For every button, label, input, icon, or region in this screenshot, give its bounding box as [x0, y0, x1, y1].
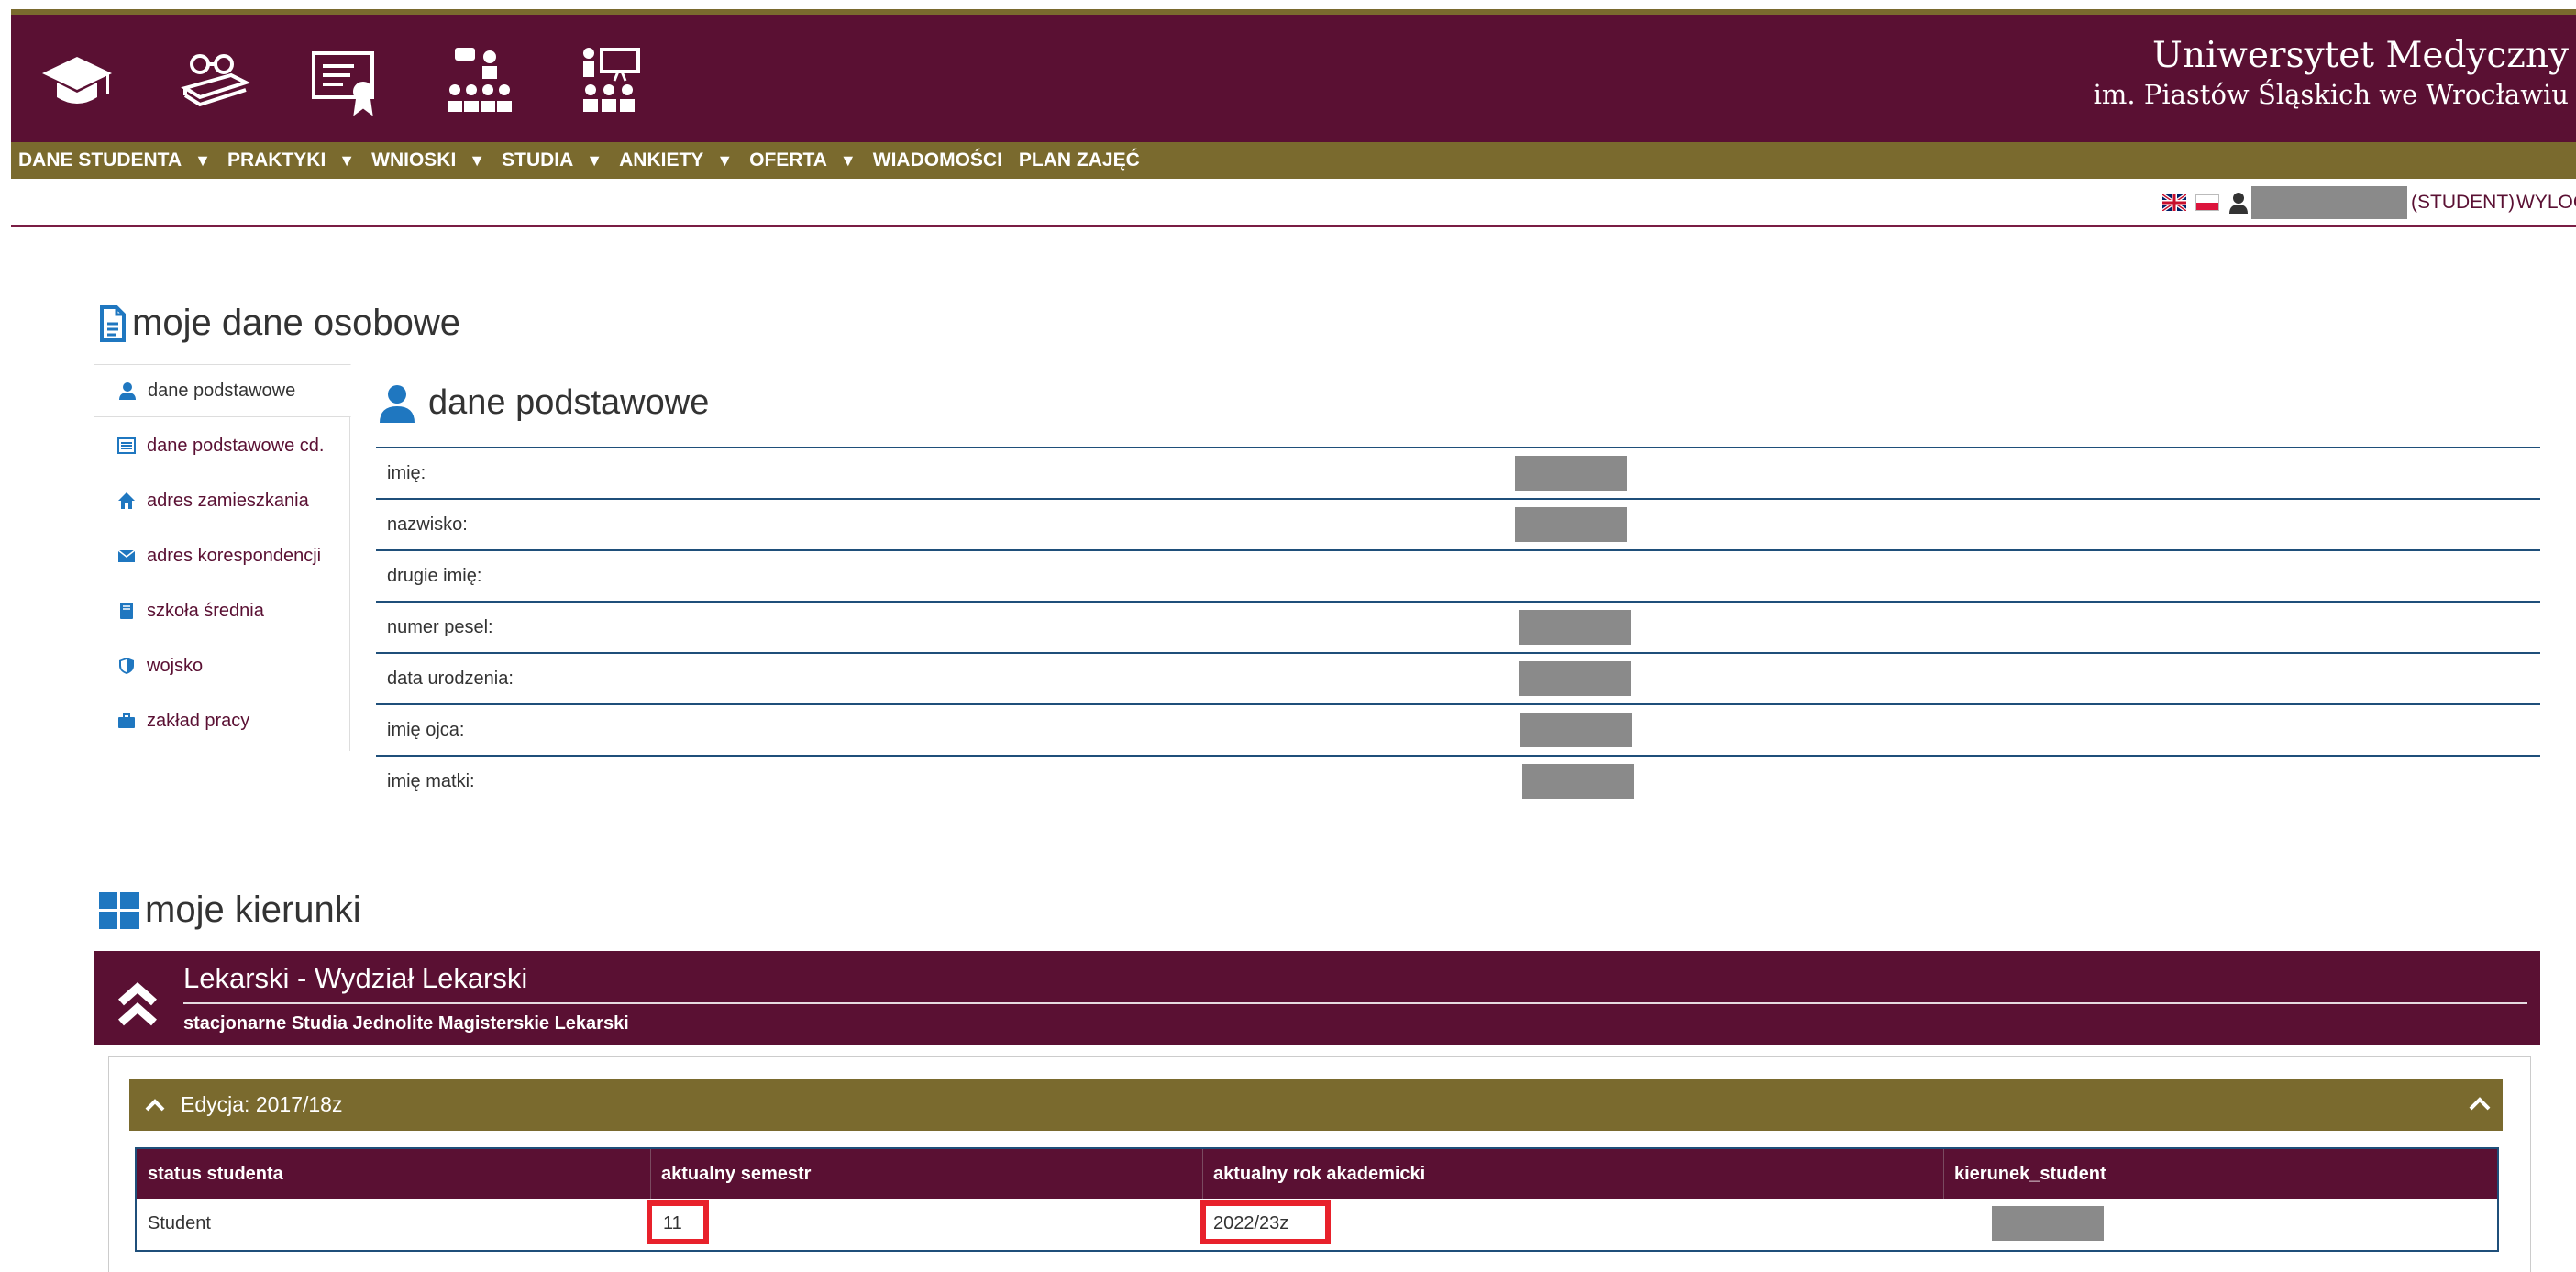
field-label: data urodzenia:: [387, 669, 514, 689]
kierunek-name: Lekarski - Wydział Lekarski: [183, 962, 528, 994]
chevron-up-icon: [145, 1099, 165, 1112]
menu-item-wojsko[interactable]: wojsko: [94, 639, 350, 692]
table-row: Student 11 2022/23z: [137, 1199, 2497, 1250]
column-header: kierunek_student: [1954, 1164, 2106, 1184]
envelope-icon: [117, 549, 136, 562]
shield-icon: [119, 658, 134, 674]
field-row-imie-matki: imię matki:: [376, 755, 2540, 806]
field-row-drugie-imie: drugie imię:: [376, 549, 2540, 601]
kierunek-body: Edycja: 2017/18z status studenta aktualn…: [108, 1056, 2531, 1272]
university-name: Uniwersytet Medyczny: [2152, 35, 2569, 76]
briefcase-icon: [118, 713, 135, 728]
field-row-pesel: numer pesel:: [376, 601, 2540, 652]
nav-dane-studenta[interactable]: DANE STUDENTA ▼: [18, 149, 211, 171]
kierunek-divider: [183, 1002, 2527, 1004]
dropdown-arrow-icon: ▼: [469, 150, 486, 170]
kierunek-header[interactable]: Lekarski - Wydział Lekarski stacjonarne …: [94, 951, 2540, 1045]
user-icon: [380, 384, 415, 423]
dropdown-arrow-icon: ▼: [839, 150, 857, 170]
menu-item-adres-korespondencji[interactable]: adres korespondencji: [94, 529, 350, 582]
section-title-personal: moje dane osobowe: [99, 303, 460, 344]
edycja-bar[interactable]: Edycja: 2017/18z: [129, 1079, 2503, 1131]
redacted-value: [1519, 661, 1631, 696]
chevron-up-icon[interactable]: [2468, 1092, 2492, 1116]
menu-item-dane-podstawowe[interactable]: dane podstawowe: [94, 364, 351, 417]
kierunek-subtitle: stacjonarne Studia Jednolite Magisterski…: [183, 1013, 629, 1034]
dropdown-arrow-icon: ▼: [716, 150, 734, 170]
dropdown-arrow-icon: ▼: [194, 150, 211, 170]
personal-data-menu: dane podstawowe dane podstawowe cd. adre…: [94, 364, 351, 751]
subsection-title: dane podstawowe: [379, 383, 709, 423]
dropdown-arrow-icon: ▼: [338, 150, 356, 170]
cell-rok-akademicki: 2022/23z: [1213, 1213, 1289, 1233]
lecture-group-icon[interactable]: [442, 44, 519, 116]
menu-item-zaklad-pracy[interactable]: zakład pracy: [94, 694, 350, 747]
teacher-board-icon[interactable]: [574, 44, 651, 116]
user-icon: [119, 382, 136, 400]
nav-wiadomosci[interactable]: WIADOMOŚCI: [873, 149, 1002, 171]
column-header: aktualny semestr: [661, 1164, 812, 1184]
nav-plan-zajec[interactable]: PLAN ZAJĘĆ: [1019, 149, 1140, 171]
status-table: status studenta aktualny semestr aktualn…: [135, 1147, 2499, 1252]
field-label: imię ojca:: [387, 720, 465, 740]
books-glasses-icon[interactable]: [176, 44, 253, 116]
logout-link[interactable]: WYLOGU: [2516, 192, 2576, 214]
column-header: aktualny rok akademicki: [1213, 1164, 1426, 1184]
nav-praktyki[interactable]: PRAKTYKI ▼: [227, 149, 355, 171]
list-icon: [117, 437, 136, 454]
user-bar: (STUDENT) WYLOGU: [11, 179, 2576, 227]
field-label: nazwisko:: [387, 514, 468, 535]
nav-wnioski[interactable]: WNIOSKI ▼: [371, 149, 485, 171]
dropdown-arrow-icon: ▼: [586, 150, 603, 170]
pl-flag-icon[interactable]: [2195, 194, 2219, 211]
menu-item-dane-podstawowe-cd[interactable]: dane podstawowe cd.: [94, 419, 350, 472]
section-title-kierunki: moje kierunki: [99, 890, 361, 931]
field-label: imię matki:: [387, 771, 475, 791]
field-row-imie-ojca: imię ojca:: [376, 703, 2540, 755]
menu-item-adres-zamieszkania[interactable]: adres zamieszkania: [94, 474, 350, 527]
nav-ankiety[interactable]: ANKIETY ▼: [619, 149, 733, 171]
top-banner: Uniwersytet Medyczny im. Piastów Śląskic…: [11, 9, 2576, 142]
certificate-icon[interactable]: [306, 44, 383, 116]
nav-oferta[interactable]: OFERTA ▼: [749, 149, 857, 171]
main-nav: DANE STUDENTA ▼ PRAKTYKI ▼ WNIOSKI ▼ STUDIA…: [11, 142, 2576, 179]
book-icon: [120, 603, 133, 619]
field-row-imie: imię:: [376, 447, 2540, 498]
personal-data-table: imię: nazwisko: drugie imię: numer pesel…: [376, 447, 2540, 806]
redacted-value: [1515, 456, 1627, 491]
field-row-data-urodzenia: data urodzenia:: [376, 652, 2540, 703]
status-table-header: status studenta aktualny semestr aktualn…: [137, 1149, 2497, 1199]
cell-semestr: 11: [663, 1213, 682, 1233]
uk-flag-icon[interactable]: [2161, 193, 2188, 213]
field-label: drugie imię:: [387, 566, 482, 586]
user-icon: [2228, 192, 2249, 214]
column-header: status studenta: [148, 1164, 283, 1184]
redacted-value: [1522, 764, 1634, 799]
menu-item-szkola-srednia[interactable]: szkoła średnia: [94, 584, 350, 637]
top-gold-line: [11, 9, 2576, 15]
field-label: numer pesel:: [387, 617, 493, 637]
university-subtitle: im. Piastów Śląskich we Wrocławiu: [2093, 79, 2569, 110]
username-redacted: [2251, 186, 2407, 219]
graduation-cap-icon[interactable]: [39, 44, 116, 116]
redacted-value: [1519, 610, 1631, 645]
field-row-nazwisko: nazwisko:: [376, 498, 2540, 549]
user-role: (STUDENT): [2411, 192, 2515, 213]
double-chevron-up-icon[interactable]: [116, 979, 160, 1028]
nav-studia[interactable]: STUDIA ▼: [502, 149, 603, 171]
edycja-label: Edycja: 2017/18z: [181, 1092, 343, 1116]
windows-grid-icon: [99, 891, 139, 929]
home-icon: [118, 492, 135, 509]
field-label: imię:: [387, 463, 426, 483]
redacted-value: [1515, 507, 1627, 542]
redacted-value: [1520, 713, 1632, 747]
redacted-value: [1992, 1206, 2104, 1241]
cell-status: Student: [148, 1213, 211, 1233]
document-icon: [100, 304, 126, 342]
